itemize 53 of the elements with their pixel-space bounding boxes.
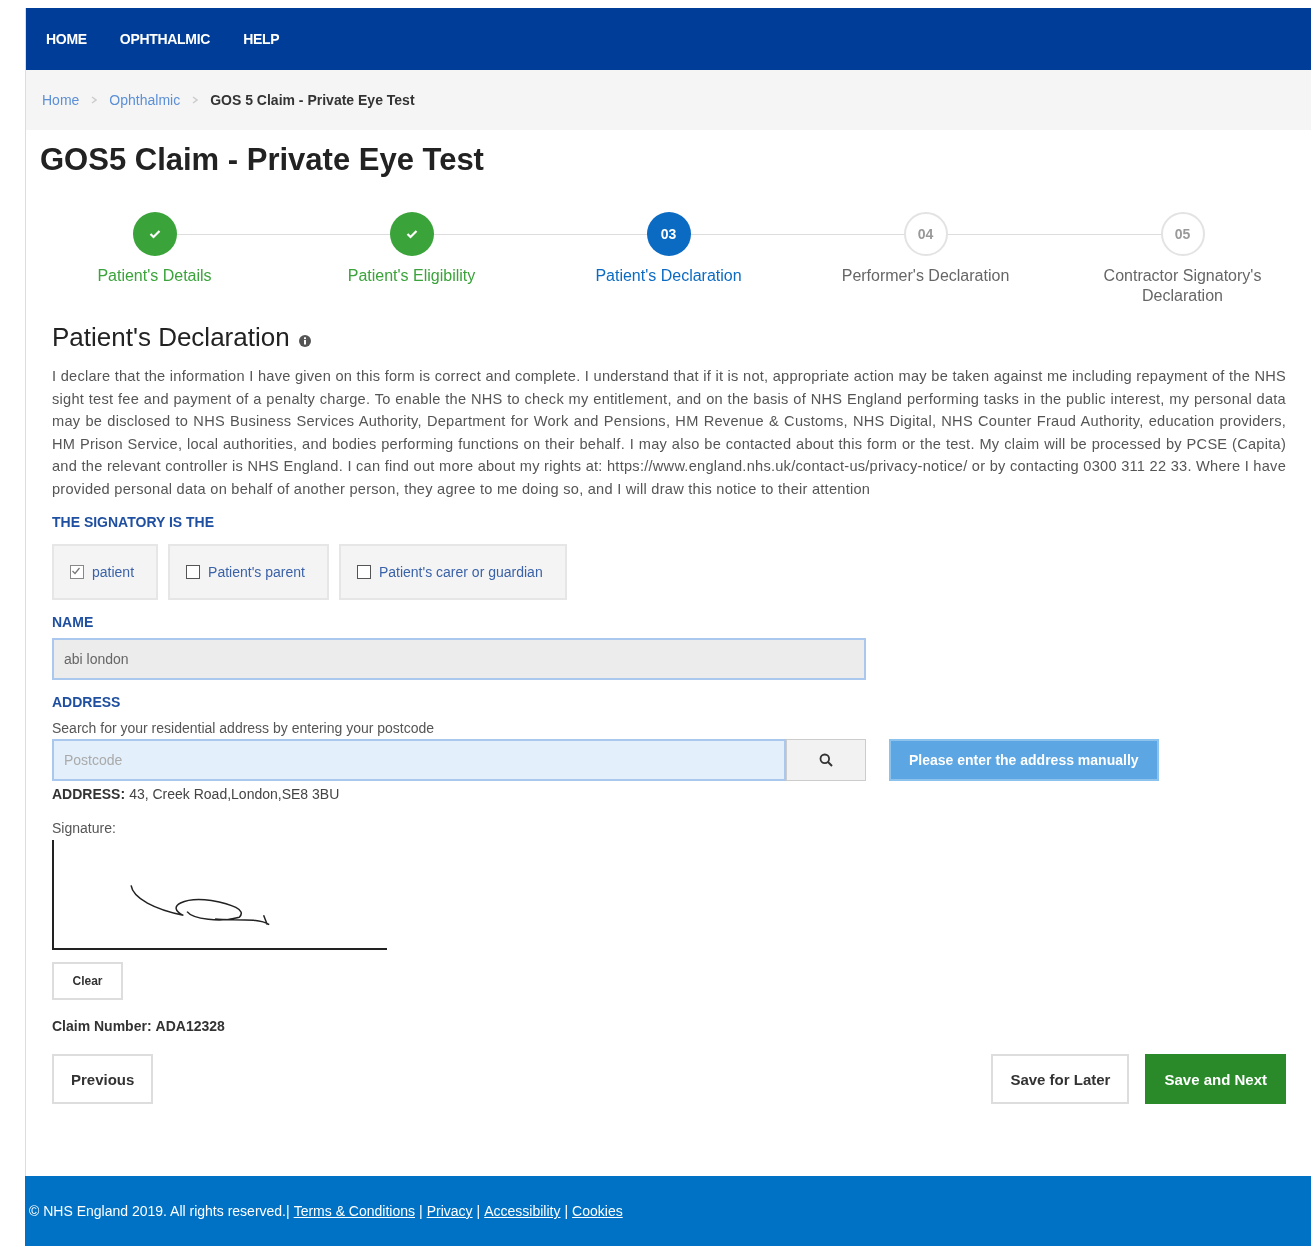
chevron-icon	[91, 96, 98, 104]
breadcrumb-link[interactable]: Home	[42, 92, 80, 108]
clear-button[interactable]: Clear	[52, 962, 123, 1000]
checkbox[interactable]	[186, 565, 201, 579]
step-circle: 04	[903, 212, 948, 256]
previous-button[interactable]: Previous	[52, 1054, 154, 1104]
checkbox-option[interactable]: Patient's parent	[168, 544, 329, 600]
save-for-later-button[interactable]: Save for Later	[991, 1054, 1130, 1104]
copyright-text: © NHS England 2019. All rights reserved.|	[29, 1203, 290, 1219]
checkbox-option[interactable]: Patient's carer or guardian	[338, 544, 567, 600]
separator-text: |	[419, 1203, 423, 1219]
signature-label: Signature:	[52, 820, 117, 836]
separator-text: |	[564, 1203, 569, 1219]
step-label: Contractor Signatory's Declaration	[1102, 266, 1263, 306]
step-label: Patient's Details	[96, 266, 213, 286]
breadcrumb-current: GOS 5 Claim - Private Eye Test	[210, 92, 415, 108]
field-hint: Search for your residential address by entering your postcode	[52, 720, 436, 736]
claim-number-value: ADA12328	[155, 1018, 225, 1034]
address-label: ADDRESS:	[52, 786, 126, 802]
field-label: THE SIGNATORY IS THE	[52, 514, 216, 530]
footer-link[interactable]: Accessibility	[484, 1203, 561, 1219]
nav-link[interactable]: OPHTHALMIC	[119, 31, 211, 47]
field-label: NAME	[52, 614, 95, 630]
step-label: Performer's Declaration	[840, 266, 1011, 286]
step-label: Patient's Declaration	[594, 266, 743, 286]
footer-link[interactable]: Cookies	[572, 1203, 623, 1219]
footer-link[interactable]: Terms & Conditions	[293, 1203, 416, 1219]
field-label: ADDRESS	[52, 694, 122, 710]
step-label: Patient's Eligibility	[346, 266, 477, 286]
postcode-field[interactable]: Postcode	[52, 739, 786, 781]
breadcrumb-link[interactable]: Ophthalmic	[109, 92, 181, 108]
signature-pad[interactable]	[52, 840, 387, 950]
nav-link[interactable]: HELP	[243, 31, 280, 47]
check-icon	[405, 229, 418, 239]
declaration-text: I declare that the information I have given on this form is correct and complete. I understand that if it is not, appropriate action may be taken against me including repayment of the NHS sight test fee and payment of a penalty charge. To enable the NHS to check my entitlement, and on the basis of NHS England performing tasks in the public interest, my personal data may be disclosed to NHS Business Services Authority, Department for Work and Pensions, HM Revenue & Customs, NHS Digital, NHS Counter Fraud Authority, education providers, HM Prison Service, local authorities, and bodies performing functions on their behalf. I may also be contacted about this form or the test. My claim will be processed by PCSE (Capita) and the relevant controller is NHS England. I can find out more about my rights at: https://www.england.nhs.uk/contact-us/privacy-notice/ or by contacting 0300 311 22 33. Where I have provided personal data on behalf of another person, they agree to me doing so, and I will draw this notice to their attention	[52, 367, 1286, 499]
section-heading: Patient's Declaration	[52, 322, 290, 353]
address-value: 43, Creek Road,London,SE8 3BU	[129, 786, 340, 802]
name-field[interactable]: abi london	[52, 638, 866, 680]
chevron-icon	[192, 96, 199, 104]
step-circle: 03	[646, 212, 691, 256]
separator-text: |	[476, 1203, 481, 1219]
checkbox-option[interactable]: patient	[52, 544, 159, 600]
check-icon	[148, 229, 161, 239]
search-icon	[819, 753, 833, 767]
footer-link[interactable]: Privacy	[426, 1203, 473, 1219]
step-circle: 05	[1160, 212, 1205, 256]
checkbox[interactable]	[356, 565, 371, 579]
save-and-next-button[interactable]: Save and Next	[1145, 1054, 1286, 1104]
nav-link[interactable]: HOME	[46, 31, 87, 47]
claim-number-label: Claim Number:	[52, 1018, 152, 1034]
info-icon[interactable]	[298, 334, 311, 347]
page-title: GOS5 Claim - Private Eye Test	[40, 142, 485, 178]
checkbox[interactable]	[70, 565, 84, 579]
